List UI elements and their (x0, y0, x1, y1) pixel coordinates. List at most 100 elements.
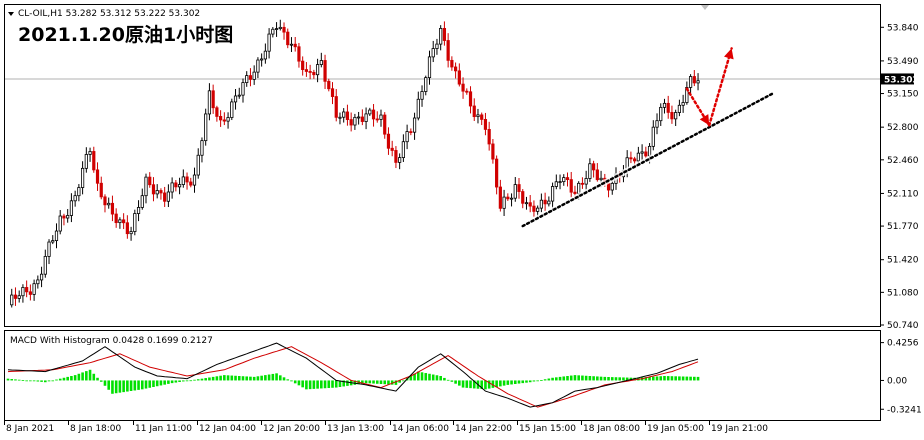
candle-body (230, 101, 234, 118)
macd-histogram-bar (275, 373, 278, 381)
candle-body (509, 197, 514, 200)
macd-histogram-bar (73, 375, 77, 381)
candle-body (357, 116, 361, 119)
candle-body (472, 105, 476, 118)
candle-body (394, 150, 398, 163)
candle-body (398, 157, 402, 163)
candle-body (409, 131, 413, 133)
macd-histogram-bar (566, 376, 569, 381)
candle-body (592, 163, 596, 171)
candle-body (386, 133, 391, 149)
macd-histogram-bar (543, 379, 547, 381)
candle-body (383, 114, 387, 135)
candle-body (241, 82, 245, 96)
candle-body (207, 90, 212, 115)
price-tick-label: 50.740 (887, 321, 919, 331)
candle-body (256, 59, 260, 73)
macd-histogram-bar (226, 375, 230, 381)
candle-body (368, 109, 372, 115)
macd-histogram-bar (603, 376, 607, 381)
candle-body (480, 114, 484, 120)
candle-body (174, 182, 178, 188)
macd-histogram-bar (144, 380, 148, 389)
candle-body (107, 202, 111, 206)
macd-histogram-bar (282, 377, 286, 381)
candle-body (498, 186, 502, 209)
candle-body (66, 215, 70, 219)
candle-body (204, 113, 208, 142)
macd-histogram-bar (264, 375, 267, 381)
candle-body (159, 190, 163, 194)
macd-histogram-bar (193, 379, 196, 381)
candle-body (185, 176, 189, 183)
macd-histogram-bar (290, 380, 293, 382)
macd-histogram-bar (513, 380, 517, 384)
candle-body (550, 186, 555, 202)
macd-histogram-bar (581, 375, 584, 381)
macd-histogram-bar (159, 380, 163, 386)
candle-body (289, 43, 294, 46)
candle-body (412, 117, 417, 133)
candle-body (353, 116, 357, 126)
macd-histogram-bar (525, 380, 528, 383)
time-tick-label: 19 Jan 05:00 (647, 424, 704, 434)
candle-body (237, 94, 241, 97)
macd-histogram-bar (614, 377, 618, 381)
candle-body (13, 294, 18, 299)
candle-body (360, 116, 364, 122)
candle-body (465, 90, 469, 93)
macd-histogram-bar (532, 380, 536, 382)
candle-body (506, 196, 510, 200)
macd-histogram-bar (88, 369, 92, 381)
candle-body (263, 50, 267, 60)
price-tick-label: 52.460 (887, 156, 919, 166)
candle-body (349, 119, 353, 126)
macd-histogram-bar (681, 376, 685, 381)
candle-body (88, 151, 92, 155)
macd-histogram-bar (458, 380, 461, 386)
macd-histogram-bar (152, 380, 155, 387)
macd-histogram-bar (696, 376, 700, 381)
candle-body (330, 88, 335, 97)
candle-body (662, 102, 667, 108)
macd-histogram-bar (36, 380, 40, 382)
candle-body (73, 195, 77, 202)
time-tick-label: 8 Jan 2021 (6, 424, 54, 434)
macd-histogram-bar (293, 380, 297, 384)
candle-body (681, 102, 685, 106)
candle-body (588, 163, 592, 179)
macd-histogram-bar (215, 376, 219, 381)
candle-body (558, 181, 562, 184)
macd-histogram-bar (182, 380, 185, 382)
candle-body (431, 48, 435, 58)
candle-body (10, 294, 14, 306)
candle-body (569, 179, 573, 193)
candle-body (457, 70, 461, 85)
price-tick-label: 53.840 (887, 23, 919, 33)
macd-histogram-bar (32, 380, 36, 382)
macd-histogram-bar (364, 380, 368, 384)
macd-histogram-bar (506, 380, 510, 385)
candle-body (491, 143, 495, 160)
candle-body (144, 176, 148, 197)
macd-histogram-bar (375, 380, 379, 384)
macd-histogram-bar (70, 376, 73, 381)
macd-histogram-bar (260, 375, 263, 381)
candle-body (129, 231, 133, 235)
macd-histogram-bar (510, 380, 513, 385)
price-axis: 53.840 53.490 53.150 52.800 52.460 52.110 51.7… (880, 23, 919, 331)
macd-histogram-bar (245, 376, 249, 381)
candle-body (371, 109, 376, 120)
candle-body (133, 213, 137, 232)
candle-body (323, 60, 327, 82)
macd-histogram-bar (21, 380, 25, 381)
candle-body (677, 104, 682, 113)
macd-histogram-bar (140, 380, 144, 390)
candle-body (651, 126, 655, 147)
candle-body (62, 215, 66, 219)
candle-body (21, 287, 25, 297)
candle-body (666, 102, 670, 113)
candle-body (495, 158, 499, 188)
price-tick-label: 52.800 (887, 123, 919, 133)
candle-body (674, 112, 678, 120)
